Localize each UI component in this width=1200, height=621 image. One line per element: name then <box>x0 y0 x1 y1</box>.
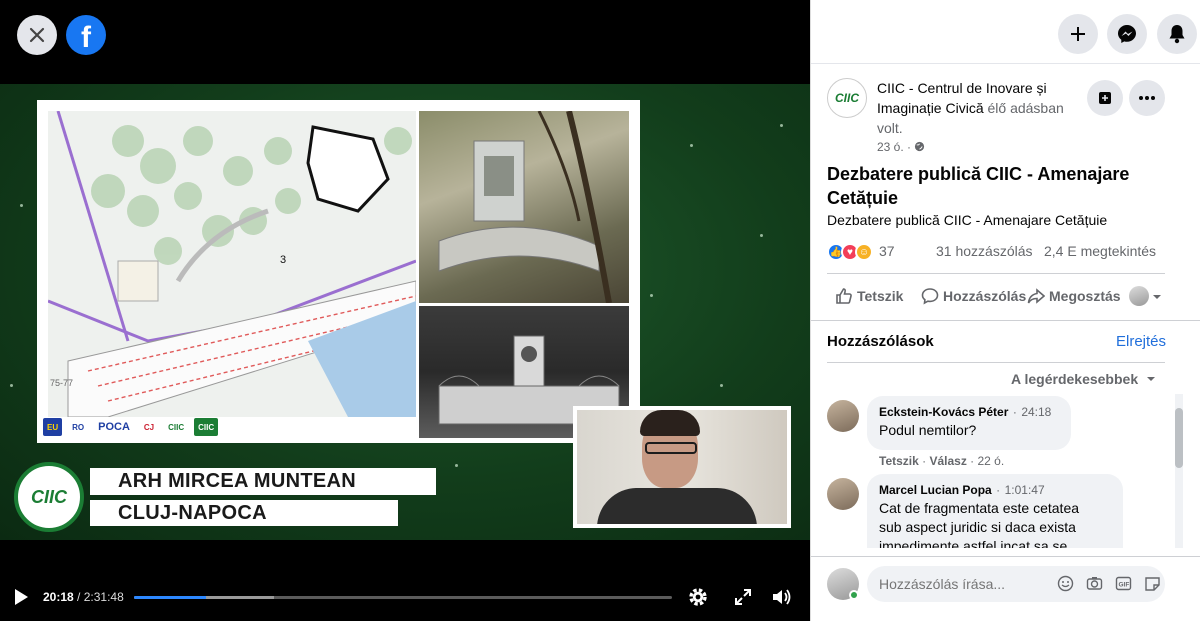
post-panel: CIIC CIIC - Centrul de Inovare și Imagin… <box>810 0 1200 621</box>
svg-text:75-77: 75-77 <box>50 378 73 388</box>
ciic-logo: CIIC <box>14 462 84 532</box>
cluj-logo: CJ <box>139 418 159 436</box>
comments-scrollbar[interactable] <box>1175 394 1183 548</box>
svg-text:3: 3 <box>280 254 286 266</box>
share-icon <box>1027 288 1045 304</box>
comments-heading: Hozzászólások <box>827 333 934 350</box>
more-icon <box>1139 96 1155 100</box>
presentation-slide: 3 75-77 EU RO POCA CJ CIIC CIIC <box>37 100 640 443</box>
presenter-name: ARH MIRCEA MUNTEAN <box>118 470 356 492</box>
ciic-green-logo: CIIC <box>194 418 219 436</box>
bookmark-icon <box>1099 92 1111 104</box>
progress-fill <box>134 596 207 599</box>
divider <box>811 556 1200 557</box>
chevron-down-icon <box>1147 377 1155 381</box>
comment-text: Cat de fragmentata este cetatea sub aspe… <box>879 500 1080 548</box>
page-name[interactable]: CIIC - Centrul de Inovare și Imaginație … <box>877 78 1077 138</box>
divider <box>827 362 1165 363</box>
timecode: 20:18 / 2:31:48 <box>43 590 124 604</box>
care-reaction-icon: ☺ <box>855 243 873 261</box>
create-button[interactable] <box>1058 14 1098 54</box>
comment-list: Eckstein-Kovács Péter · 24:18 Podul nemt… <box>827 394 1173 548</box>
sticker-icon[interactable] <box>1144 575 1161 592</box>
screen: f 3 75-77 EU RO POCA CJ CIIC CIIC ARH MI… <box>0 0 1200 621</box>
time-total: 2:31:48 <box>83 590 124 604</box>
top-bar <box>811 0 1200 64</box>
chevron-down-icon[interactable] <box>1152 289 1162 305</box>
post-title: Dezbatere publică CIIC - Amenajare Cetăț… <box>827 164 1130 208</box>
post-actions: Tetszik Hozzászólás Megosztás <box>827 283 1167 311</box>
comment-timestamp[interactable]: 24:18 <box>1021 405 1051 419</box>
volume-icon[interactable] <box>770 585 794 609</box>
comment-timestamp[interactable]: 1:01:47 <box>1005 483 1045 497</box>
post-description: Dezbatere publică CIIC - Amenajare Cetăț… <box>827 212 1108 228</box>
comment-author-avatar[interactable] <box>827 400 859 432</box>
svg-text:GIF: GIF <box>1119 582 1130 589</box>
site-map-image: 3 75-77 <box>48 111 416 417</box>
comment-author-avatar[interactable] <box>827 478 859 510</box>
comment-like-button[interactable]: Tetszik <box>879 454 919 468</box>
settings-icon[interactable] <box>686 585 710 609</box>
comment-icon <box>921 288 939 305</box>
progress-bar[interactable] <box>134 596 672 599</box>
poca-logo: POCA <box>94 418 134 436</box>
fullscreen-icon[interactable] <box>731 585 755 609</box>
page-avatar[interactable]: CIIC <box>827 78 867 118</box>
more-options-button[interactable] <box>1129 80 1165 116</box>
save-button[interactable] <box>1087 80 1123 116</box>
video-player[interactable]: f 3 75-77 EU RO POCA CJ CIIC CIIC ARH MI… <box>0 0 810 621</box>
comment-bubble: Marcel Lucian Popa · 1:01:47 Cat de frag… <box>867 474 1123 548</box>
thumbs-up-icon <box>836 288 852 304</box>
comment-reply-button[interactable]: Válasz <box>929 454 966 468</box>
presenter-location: CLUJ-NAPOCA <box>118 501 267 524</box>
close-button[interactable] <box>17 15 57 55</box>
speaker-webcam <box>573 406 791 528</box>
ro-government-logo: RO <box>68 418 89 436</box>
comment-bubble: Eckstein-Kovács Péter · 24:18 Podul nemt… <box>867 396 1071 450</box>
comment-author[interactable]: Marcel Lucian Popa <box>879 483 992 497</box>
facebook-logo[interactable]: f <box>66 15 106 55</box>
views-count: 2,4 E megtekintés <box>1044 243 1157 259</box>
comment-text: Podul nemtilor? <box>879 422 977 438</box>
messenger-icon <box>1118 25 1136 43</box>
presenter-location-bar: CLUJ-NAPOCA <box>90 500 398 526</box>
comment-age: 22 ó. <box>977 454 1005 468</box>
divider <box>827 273 1165 274</box>
close-icon <box>29 27 45 43</box>
hide-comments-link[interactable]: Elrejtés <box>1116 333 1166 350</box>
ciic-small-logo: CIIC <box>164 418 189 436</box>
comment-button[interactable]: Hozzászólás <box>921 287 1026 305</box>
play-icon[interactable] <box>15 589 28 605</box>
share-audience-avatar[interactable] <box>1129 286 1149 306</box>
like-button[interactable]: Tetszik <box>835 287 903 305</box>
composer-icons: GIF <box>1057 575 1161 592</box>
presenter-name-bar: ARH MIRCEA MUNTEAN <box>90 468 436 495</box>
camera-icon[interactable] <box>1086 575 1103 592</box>
gif-icon[interactable]: GIF <box>1115 575 1132 592</box>
plus-icon <box>1071 27 1085 41</box>
bell-icon <box>1169 25 1185 44</box>
monument-photo <box>419 110 629 304</box>
comment-sort-dropdown[interactable]: A legérdekesebbek <box>1011 371 1156 387</box>
share-button[interactable]: Megosztás <box>1027 287 1121 305</box>
comment-composer: GIF <box>827 566 1179 602</box>
reactions-count[interactable]: 37 <box>879 243 895 259</box>
comment-meta: Tetszik · Válasz · 22 ó. <box>879 454 1005 468</box>
sponsor-logos: EU RO POCA CJ CIIC CIIC <box>43 418 219 436</box>
post-time[interactable]: 23 ó. · <box>877 140 925 154</box>
eu-flag-logo: EU <box>43 418 63 436</box>
notifications-button[interactable] <box>1157 14 1197 54</box>
post-stats: 👍 ♥ ☺ 37 31 hozzászólás 2,4 E megtekinté… <box>827 240 1167 264</box>
time-current: 20:18 <box>43 590 74 604</box>
comments-count[interactable]: 31 hozzászólás <box>936 243 1033 259</box>
comment-author[interactable]: Eckstein-Kovács Péter <box>879 405 1008 419</box>
online-status-dot <box>849 590 859 600</box>
emoji-icon[interactable] <box>1057 575 1074 592</box>
globe-icon <box>915 141 925 152</box>
section-divider <box>811 320 1200 321</box>
messenger-button[interactable] <box>1107 14 1147 54</box>
video-controls: 20:18 / 2:31:48 <box>0 580 810 614</box>
